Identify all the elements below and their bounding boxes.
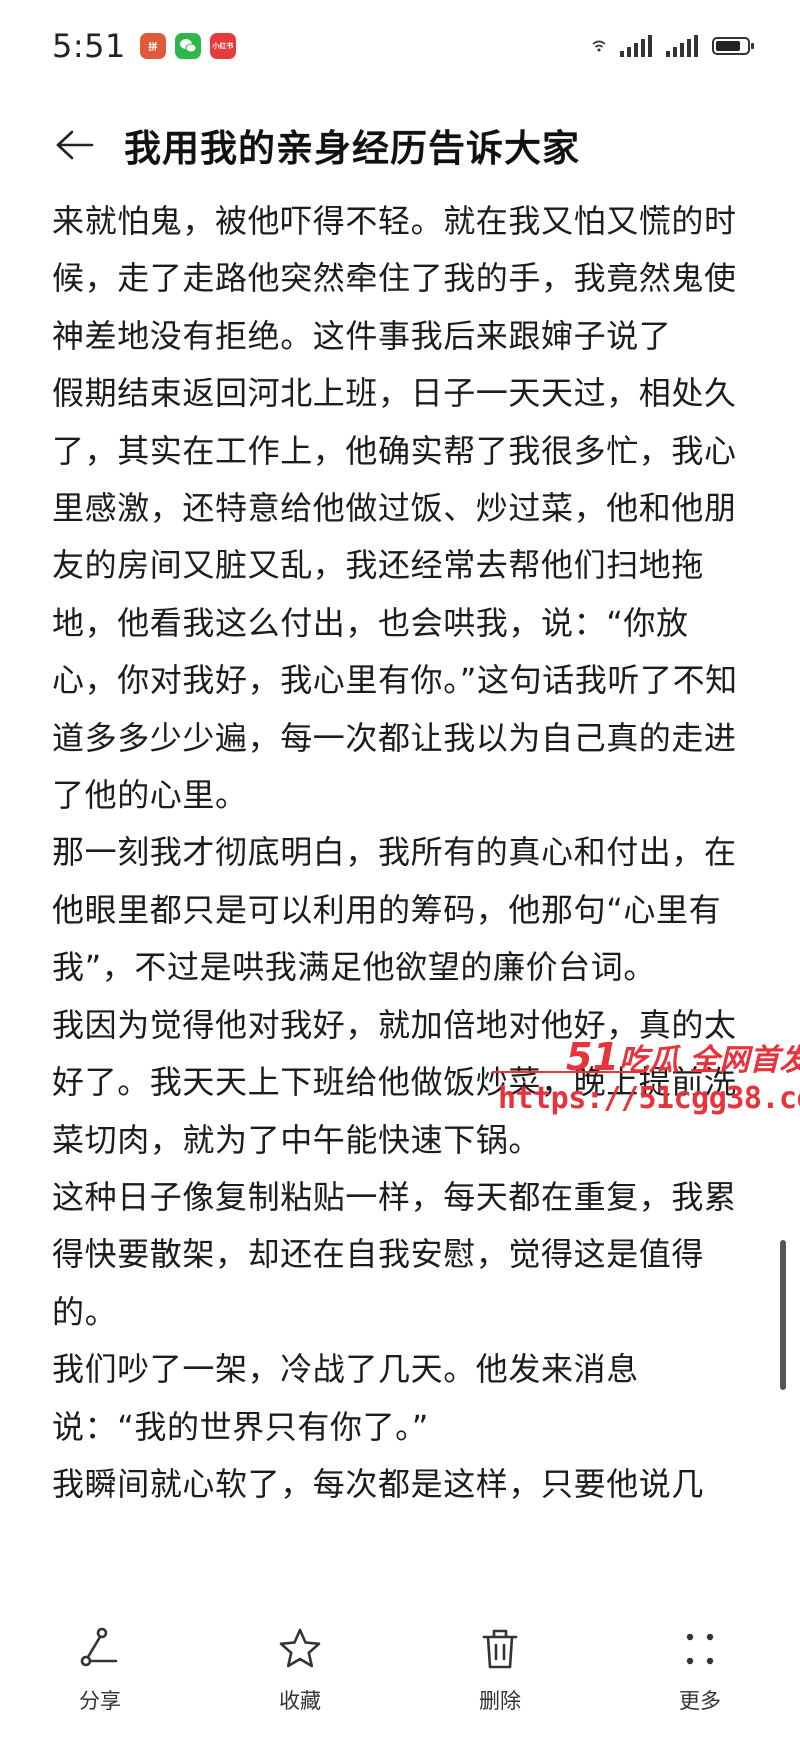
article-paragraph: 我瞬间就心软了，每次都是这样，只要他说几 (52, 1464, 705, 1503)
wechat-icon (174, 33, 201, 59)
status-bar: 5:51 拼 小红书 (0, 0, 800, 92)
status-indicators (592, 35, 754, 57)
xiaohongshu-icon: 小红书 (209, 33, 236, 59)
article-paragraph: 那一刻我才彻底明白，我所有的真心和付出，在他眼里都只是可以利用的筹码，他那句“心… (52, 833, 737, 987)
battery-icon (712, 37, 754, 55)
article-paragraph: 我们吵了一架，冷战了几天。他发来消息说：“我的世界只有你了。” (52, 1350, 639, 1446)
back-arrow-icon[interactable] (50, 121, 98, 169)
signal-strength-icon-1 (620, 35, 652, 57)
more-label: 更多 (679, 1689, 721, 1713)
status-time: 5:51 (52, 27, 126, 65)
watermark-url: https://51cgg38.com (498, 1081, 800, 1116)
more-icon (686, 1633, 714, 1665)
share-label: 分享 (79, 1689, 121, 1713)
delete-button[interactable]: 删除 (400, 1615, 600, 1759)
app-notification-icon: 拼 (139, 33, 166, 59)
bottom-toolbar: 分享 收藏 删除 更多 (0, 1615, 800, 1759)
share-button[interactable]: 分享 (0, 1615, 200, 1759)
delete-label: 删除 (479, 1689, 521, 1713)
more-button[interactable]: 更多 (600, 1615, 800, 1759)
article-paragraph: 假期结束返回河北上班，日子一天天过，相处久了，其实在工作上，他确实帮了我很多忙，… (52, 374, 738, 815)
app-icon-1-label: 拼 (148, 42, 158, 53)
scrollbar[interactable] (780, 1240, 786, 1390)
page-title: 我用我的亲身经历告诉大家 (124, 127, 580, 170)
battery-level (716, 41, 740, 51)
watermark-divider (492, 1071, 642, 1073)
wifi-icon (592, 40, 606, 52)
favorite-label: 收藏 (279, 1689, 321, 1713)
trash-icon (482, 1629, 518, 1669)
page-header: 我用我的亲身经历告诉大家 (0, 100, 800, 190)
article-paragraph: 这种日子像复制粘贴一样，每天都在重复，我累得快要散架，却还在自我安慰，觉得这是值… (52, 1177, 737, 1331)
app-icon-3-label: 小红书 (212, 42, 234, 50)
watermark-brand-text: 吃瓜 全网首发 (618, 1043, 800, 1078)
wechat-bubble-icon (179, 39, 197, 53)
article-paragraph: 来就怕鬼，被他吓得不轻。就在我又怕又慌的时候，走了走路他突然牵住了我的手，我竟然… (52, 202, 737, 355)
article-body: 来就怕鬼，被他吓得不轻。就在我又怕又慌的时候，走了走路他突然牵住了我的手，我竟然… (52, 193, 742, 1513)
watermark: 51吃瓜 全网首发 https://51cgg38.com (488, 1035, 800, 1135)
favorite-button[interactable]: 收藏 (200, 1615, 400, 1759)
star-icon (279, 1628, 321, 1668)
share-icon (80, 1627, 118, 1667)
signal-strength-icon-2 (666, 35, 698, 57)
